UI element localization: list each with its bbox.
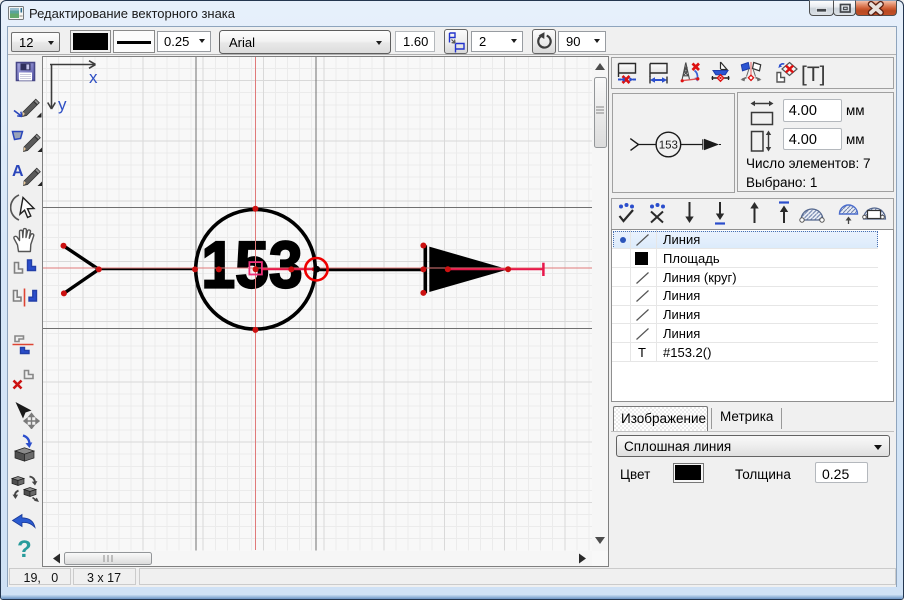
svg-text:x: x (89, 68, 98, 87)
svg-text:y: y (58, 95, 67, 114)
svg-text:?: ? (17, 536, 32, 562)
svg-text:153: 153 (659, 140, 678, 152)
svg-text:A: A (12, 163, 24, 180)
svg-text:[T]: [T] (801, 63, 826, 86)
svg-text:153: 153 (201, 229, 302, 302)
